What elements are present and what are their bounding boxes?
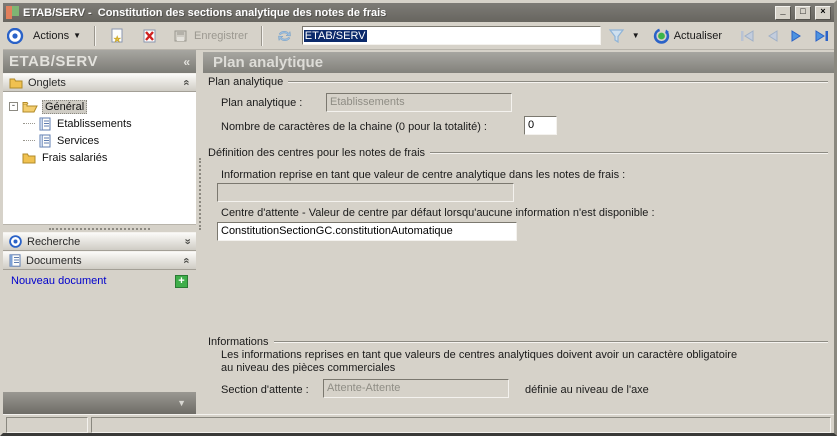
nav-last-icon[interactable] <box>814 29 830 43</box>
tree-node-services[interactable]: Services <box>23 132 194 149</box>
collapse-up-icon: » <box>180 79 193 86</box>
nav-next-icon[interactable] <box>789 29 805 43</box>
status-panel-right <box>91 417 831 433</box>
context-combo-input[interactable]: ETAB/SERV <box>301 26 601 45</box>
nav-first-icon[interactable] <box>739 29 755 43</box>
nb-caracteres-field[interactable]: 0 <box>524 116 557 135</box>
group-centres-legend: Définition des centres pour les notes de… <box>208 147 828 159</box>
centre-attente-label: Centre d'attente - Valeur de centre par … <box>221 207 655 219</box>
filter-caret-icon[interactable]: ▼ <box>632 31 640 40</box>
app-icon <box>6 6 19 19</box>
folder-icon <box>22 152 36 164</box>
panel-header-onglets[interactable]: Onglets » <box>3 73 196 92</box>
information-reprise-label: Information reprise en tant que valeur d… <box>221 169 626 181</box>
nav-previous-icon[interactable] <box>764 29 780 43</box>
tree-connector <box>23 140 35 141</box>
collapse-up-icon: » <box>180 257 193 264</box>
group-informations-legend: Informations <box>208 336 828 348</box>
informations-note-line2: au niveau des pièces commerciales <box>221 362 396 374</box>
tree-expander-icon[interactable]: - <box>9 102 18 111</box>
sidebar-title: ETAB/SERV <box>9 53 98 70</box>
onglets-tree: - Général Etablissements Services Frais … <box>3 92 196 225</box>
actualiser-button[interactable]: Actualiser <box>647 25 728 47</box>
page-title: Plan analytique <box>213 54 324 71</box>
maximize-button[interactable]: □ <box>795 5 811 20</box>
group-plan-legend: Plan analytique <box>208 76 828 88</box>
tree-node-etablissements[interactable]: Etablissements <box>23 115 194 132</box>
tree-node-frais-salaries[interactable]: Frais salariés <box>9 149 194 166</box>
section-attente-label: Section d'attente : <box>221 384 309 396</box>
open-folder-icon <box>22 100 38 113</box>
tree-connector <box>23 123 35 124</box>
title-bar: ETAB/SERV - Constitution des sections an… <box>3 3 834 22</box>
new-document-button[interactable] <box>103 25 132 47</box>
informations-note-line1: Les informations reprises en tant que va… <box>221 349 738 361</box>
sidebar: ETAB/SERV « Onglets » - Général Etabliss… <box>3 50 196 414</box>
expand-down-icon: » <box>181 238 194 245</box>
actualiser-icon <box>653 27 670 44</box>
combo-selected-text: ETAB/SERV <box>303 29 367 42</box>
sync-arrows-icon <box>276 28 293 44</box>
new-document-icon <box>109 28 126 44</box>
form-area: Plan analytique Plan analytique : Etabli… <box>203 73 834 414</box>
add-document-icon[interactable]: + <box>175 274 188 288</box>
information-reprise-field <box>217 183 514 202</box>
footer-down-arrow-icon: ▼ <box>177 398 186 408</box>
sidebar-horizontal-splitter[interactable] <box>3 225 196 232</box>
actions-caret-icon: ▼ <box>73 31 81 40</box>
document-icon <box>39 117 51 131</box>
centre-attente-field[interactable]: ConstitutionSectionGC.constitutionAutoma… <box>217 222 517 241</box>
delete-icon <box>141 28 158 44</box>
save-button[interactable]: Enregistrer <box>167 25 254 47</box>
document-icon <box>9 254 21 267</box>
folder-icon <box>9 77 23 89</box>
nouveau-document-row: Nouveau document + <box>3 270 196 292</box>
refresh-pair-button[interactable] <box>270 25 299 47</box>
document-icon <box>39 134 51 148</box>
section-attente-suffix: définie au niveau de l'axe <box>525 384 649 396</box>
nb-caracteres-label: Nombre de caractères de la chaine (0 pou… <box>221 121 487 133</box>
status-bar <box>3 414 834 433</box>
panel-header-recherche[interactable]: Recherche » <box>3 232 196 251</box>
main-toolbar: Actions ▼ Enregistrer ETAB/SERV ▼ Actual… <box>3 22 834 50</box>
sidebar-footer-bar[interactable]: ▼ <box>3 392 196 414</box>
panel-header-documents[interactable]: Documents » <box>3 251 196 270</box>
actions-button[interactable]: Actions ▼ <box>27 27 87 45</box>
record-navigation <box>739 29 830 43</box>
main-panel: Plan analytique Plan analytique Plan ana… <box>203 50 834 414</box>
close-button[interactable]: × <box>815 5 831 20</box>
sidebar-collapse-icon[interactable]: « <box>183 55 190 69</box>
bullseye-icon <box>7 27 24 44</box>
plan-analytique-field: Etablissements <box>326 93 512 112</box>
window-title: ETAB/SERV - Constitution des sections an… <box>23 6 387 19</box>
sidebar-header: ETAB/SERV « <box>3 50 196 73</box>
tree-node-general[interactable]: - Général <box>9 98 194 115</box>
nouveau-document-link[interactable]: Nouveau document <box>11 275 175 287</box>
save-icon <box>173 28 190 44</box>
plan-analytique-label: Plan analytique : <box>221 97 303 109</box>
delete-button[interactable] <box>135 25 164 47</box>
filter-icon[interactable] <box>608 28 625 44</box>
minimize-button[interactable]: _ <box>775 5 791 20</box>
app-window: ETAB/SERV - Constitution des sections an… <box>0 0 837 436</box>
status-panel-left <box>6 417 88 433</box>
section-attente-field: Attente-Attente <box>323 379 509 398</box>
toolbar-separator <box>94 25 96 46</box>
vertical-splitter[interactable] <box>196 50 203 414</box>
toolbar-separator <box>260 25 263 46</box>
page-title-bar: Plan analytique <box>203 52 834 73</box>
bullseye-icon <box>9 235 22 248</box>
